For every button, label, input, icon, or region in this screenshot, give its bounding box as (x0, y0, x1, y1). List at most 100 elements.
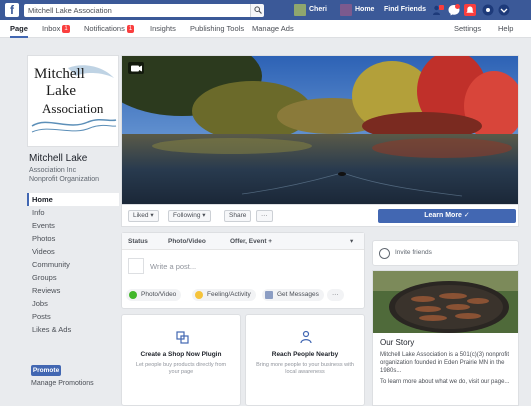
home-label: Home (355, 6, 375, 13)
composer-tabs: Status Photo/Video Offer, Event + ▾ (122, 233, 364, 250)
option-label: Photo/Video (141, 291, 177, 298)
tab-label: Inbox (42, 24, 61, 33)
invite-icon (379, 248, 390, 259)
messages-icon[interactable] (448, 4, 460, 16)
notifications-icon[interactable] (464, 4, 476, 16)
reach-people-card[interactable]: Reach People Nearby Bring more people to… (245, 314, 365, 406)
tab-publishing-tools[interactable]: Publishing Tools (190, 20, 244, 38)
cover-photo[interactable] (121, 55, 519, 205)
composer-menu-icon[interactable]: ▾ (350, 233, 353, 250)
help-icon[interactable] (482, 4, 494, 16)
post-input[interactable]: Write a post... (150, 262, 196, 271)
tab-inbox[interactable]: Inbox 1 (42, 20, 70, 38)
composer-tab-offer-event[interactable]: Offer, Event + (230, 233, 272, 250)
option-label: Feeling/Activity (207, 291, 251, 298)
leftnav-item-home[interactable]: Home (27, 193, 119, 206)
more-composer-options[interactable]: ··· (327, 289, 344, 301)
profile-link[interactable]: Cheri (294, 4, 327, 16)
grill-photo-image (373, 271, 518, 333)
avatar (294, 4, 306, 16)
leftnav-item-info[interactable]: Info (27, 206, 119, 219)
leftnav-item-posts[interactable]: Posts (27, 310, 119, 323)
story-paragraph: Mitchell Lake Association is a 501(c)(3)… (380, 352, 510, 374)
page-title[interactable]: Mitchell Lake (29, 153, 87, 164)
card-description: Let people buy products directly from yo… (135, 362, 227, 375)
leftnav-item-groups[interactable]: Groups (27, 271, 119, 284)
page-actions-bar: Liked ▾ Following ▾ Share ··· Learn More… (121, 205, 519, 227)
page-handle[interactable]: Association Inc (29, 166, 117, 175)
tab-page[interactable]: Page (10, 20, 28, 38)
tab-manage-ads[interactable]: Manage Ads (252, 20, 294, 38)
people-icon (300, 330, 312, 344)
leftnav-item-community[interactable]: Community (27, 258, 119, 271)
get-messages-option[interactable]: Get Messages (262, 289, 324, 301)
tab-label: Help (498, 24, 514, 33)
share-button[interactable]: Share (224, 210, 252, 222)
logo-line: Association (42, 101, 104, 116)
leftnav-item-jobs[interactable]: Jobs (27, 297, 119, 310)
learn-more-button[interactable]: Learn More ✓ (378, 209, 516, 223)
option-label: Get Messages (277, 291, 319, 298)
camera-icon[interactable] (128, 62, 144, 74)
more-options-button[interactable]: ··· (256, 210, 273, 222)
search-icon (254, 6, 262, 14)
shop-icon (176, 331, 189, 344)
logo-line: Lake (46, 83, 76, 99)
friend-requests-icon[interactable] (432, 4, 444, 16)
manage-promotions-link[interactable]: Manage Promotions (31, 380, 94, 387)
following-button[interactable]: Following ▾ (168, 210, 211, 222)
photo-icon (129, 291, 137, 299)
page-profile-picture[interactable]: Mitchell Lake Association (27, 55, 119, 147)
leftnav-item-events[interactable]: Events (27, 219, 119, 232)
search-button[interactable] (250, 4, 264, 17)
card-title: Reach People Nearby (271, 351, 339, 358)
page-avatar (340, 4, 352, 16)
page-tabs-bar: Page Inbox 1 Notifications 1 Insights Publ… (0, 20, 531, 38)
invite-friends-box[interactable]: Invite friends (372, 240, 519, 266)
home-link[interactable]: Home (340, 4, 374, 16)
search-input[interactable]: Mitchell Lake Association (24, 4, 260, 17)
card-title: Create a Shop Now Plugin (140, 351, 222, 358)
tab-help[interactable]: Help (498, 20, 513, 38)
leftnav-item-videos[interactable]: Videos (27, 245, 119, 258)
logo-line: Mitchell (34, 66, 85, 82)
account-menu-icon[interactable] (498, 4, 510, 16)
find-friends-label: Find Friends (384, 6, 426, 13)
tab-settings[interactable]: Settings (454, 20, 481, 38)
photo-video-option[interactable]: Photo/Video (126, 289, 182, 301)
top-navigation-bar: f Mitchell Lake Association Cheri Home F… (0, 0, 531, 20)
post-composer: Status Photo/Video Offer, Event + ▾ Writ… (121, 232, 365, 309)
shop-plugin-card[interactable]: Create a Shop Now Plugin Let people buy … (121, 314, 241, 406)
facebook-logo-icon[interactable]: f (5, 3, 19, 17)
our-story-box[interactable]: Our Story Mitchell Lake Association is a… (372, 333, 519, 406)
tab-insights[interactable]: Insights (150, 20, 176, 38)
page-logo-wordmark: Mitchell Lake Association (34, 66, 103, 117)
composer-options: Photo/Video Feeling/Activity Get Message… (122, 282, 364, 308)
invite-friends-label: Invite friends (395, 249, 432, 256)
find-friends-link[interactable]: Find Friends (384, 4, 426, 16)
cover-lake-image (122, 56, 518, 204)
feeling-icon (195, 291, 203, 299)
story-paragraph: To learn more about what we do, visit ou… (380, 379, 510, 385)
composer-tab-status[interactable]: Status (128, 233, 148, 250)
story-photo[interactable] (372, 270, 519, 333)
tab-label: Settings (454, 24, 482, 33)
notifications-count-badge: 1 (126, 25, 135, 33)
tab-label: Manage Ads (252, 24, 294, 33)
page-left-navigation: Home Info Events Photos Videos Community… (27, 193, 119, 336)
story-title: Our Story (380, 338, 415, 347)
tab-label: Notifications (84, 24, 125, 33)
liked-button[interactable]: Liked ▾ (128, 210, 159, 222)
leftnav-item-photos[interactable]: Photos (27, 232, 119, 245)
tab-label: Page (10, 24, 28, 33)
feeling-activity-option[interactable]: Feeling/Activity (192, 289, 256, 301)
promote-button[interactable]: Promote (31, 365, 61, 376)
composer-body[interactable]: Write a post... (122, 250, 364, 280)
tab-notifications[interactable]: Notifications 1 (84, 20, 135, 38)
leftnav-item-likes[interactable]: Likes & Ads (27, 323, 119, 336)
leftnav-item-reviews[interactable]: Reviews (27, 284, 119, 297)
inbox-count-badge: 1 (62, 25, 70, 33)
composer-tab-photo-video[interactable]: Photo/Video (168, 233, 206, 250)
page-subtitle: Association Inc Nonprofit Organization (29, 166, 117, 184)
composer-avatar (128, 258, 144, 274)
